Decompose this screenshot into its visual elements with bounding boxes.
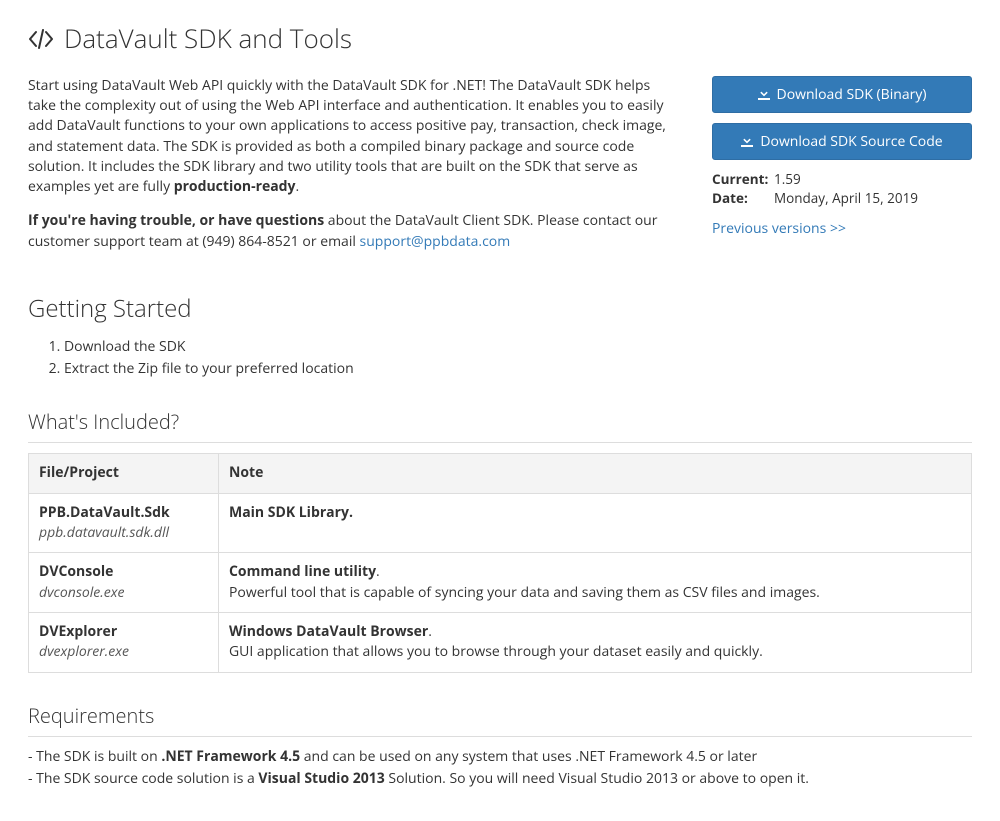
whats-included-heading: What's Included? — [28, 407, 972, 443]
intro-paragraph-2: If you're having trouble, or have questi… — [28, 211, 672, 252]
download-icon — [741, 135, 753, 147]
code-icon — [28, 29, 54, 49]
requirements-list: - The SDK is built on .NET Framework 4.5… — [28, 747, 972, 790]
page-title: DataVault SDK and Tools — [28, 20, 972, 58]
intro-text: Start using DataVault Web API quickly wi… — [28, 76, 672, 266]
list-item: Extract the Zip file to your preferred l… — [64, 359, 972, 379]
requirement-item: - The SDK is built on .NET Framework 4.5… — [28, 747, 972, 767]
page-title-text: DataVault SDK and Tools — [64, 20, 352, 58]
table-row: PPB.DataVault.Sdk ppb.datavault.sdk.dll … — [29, 493, 972, 553]
date-value: Monday, April 15, 2019 — [774, 189, 918, 209]
col-file-project: File/Project — [29, 454, 219, 493]
current-value: 1.59 — [774, 170, 801, 190]
requirements-heading: Requirements — [28, 701, 972, 737]
getting-started-steps: Download the SDK Extract the Zip file to… — [28, 337, 972, 380]
download-source-button[interactable]: Download SDK Source Code — [712, 123, 972, 160]
included-table: File/Project Note PPB.DataVault.Sdk ppb.… — [28, 453, 972, 672]
version-info: Current: 1.59 Date: Monday, April 15, 20… — [712, 170, 972, 209]
list-item: Download the SDK — [64, 337, 972, 357]
intro-paragraph-1: Start using DataVault Web API quickly wi… — [28, 76, 672, 198]
requirement-item: - The SDK source code solution is a Visu… — [28, 769, 972, 789]
current-label: Current: — [712, 170, 774, 190]
previous-versions-link[interactable]: Previous versions >> — [712, 219, 846, 238]
table-row: DVConsole dvconsole.exe Command line uti… — [29, 553, 972, 613]
getting-started-heading: Getting Started — [28, 292, 972, 327]
table-row: DVExplorer dvexplorer.exe Windows DataVa… — [29, 612, 972, 672]
date-label: Date: — [712, 189, 774, 209]
download-icon — [758, 88, 770, 100]
sidebar: Download SDK (Binary) Download SDK Sourc… — [712, 76, 972, 239]
col-note: Note — [219, 454, 972, 493]
support-email-link[interactable]: support@ppbdata.com — [360, 232, 511, 251]
download-binary-button[interactable]: Download SDK (Binary) — [712, 76, 972, 113]
